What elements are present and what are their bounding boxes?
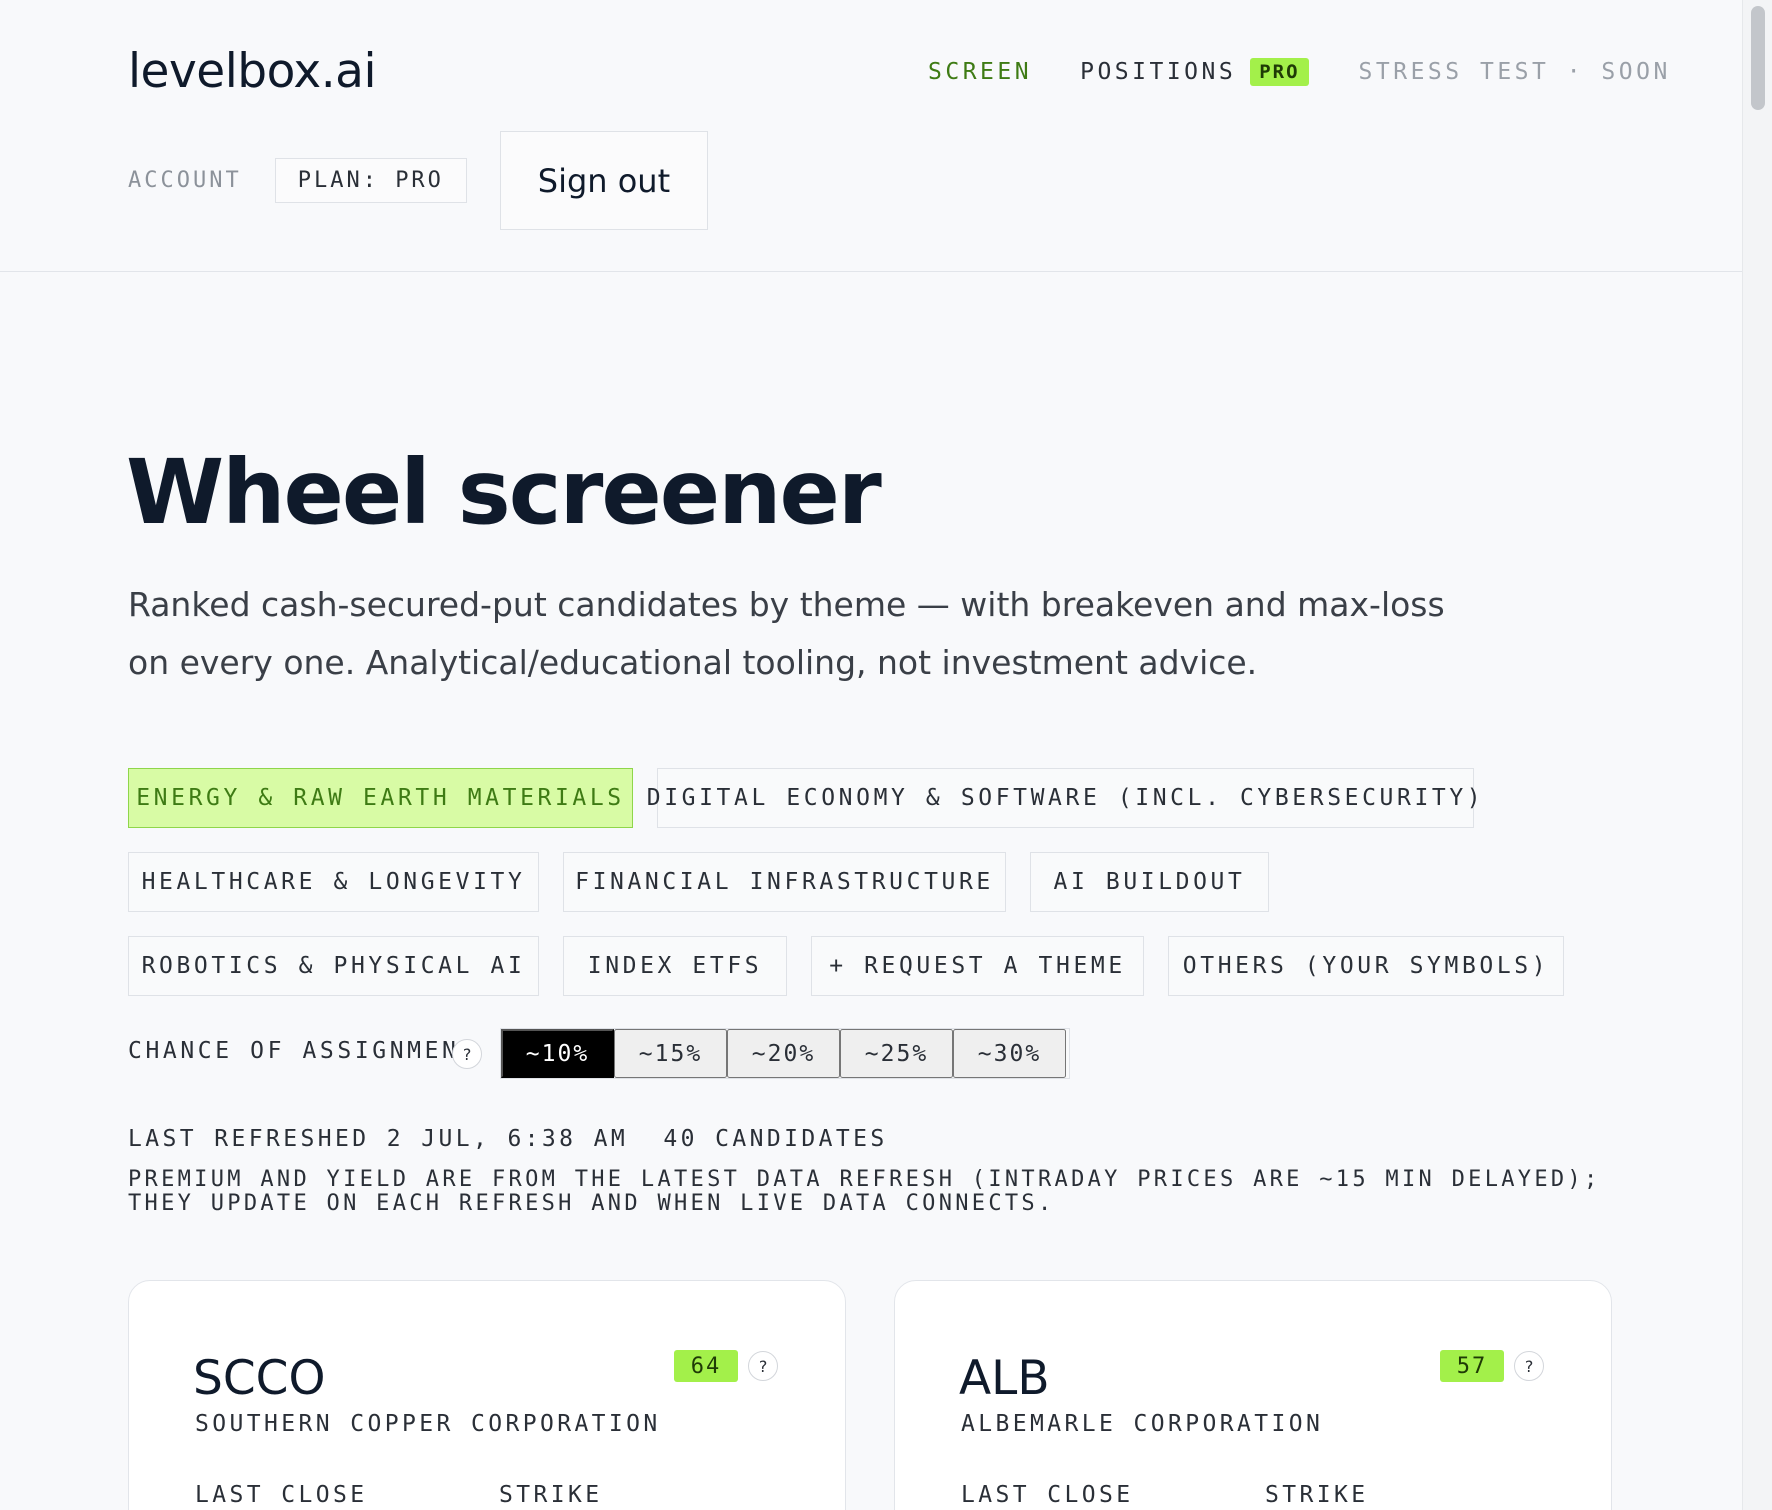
page-subtitle: Ranked cash-secured-put candidates by th…	[128, 585, 1445, 682]
scrollbar-thumb[interactable]	[1751, 6, 1765, 110]
top-header: levelbox.ai SCREEN POSITIONS PRO STRESS …	[0, 0, 1742, 272]
card-company-name: ALBEMARLE CORPORATION	[961, 1411, 1324, 1437]
sign-out-button[interactable]: Sign out	[499, 131, 708, 230]
card-ticker: ALB	[959, 1351, 1050, 1406]
plan-badge: PLAN: PRO	[274, 158, 467, 203]
logo[interactable]: levelbox.ai	[128, 44, 377, 99]
theme-chip-index-etfs[interactable]: INDEX ETFS	[563, 936, 787, 996]
card-ticker: SCCO	[193, 1351, 326, 1406]
account-link[interactable]: ACCOUNT	[128, 168, 242, 193]
theme-chip-financial-infrastructure[interactable]: FINANCIAL INFRASTRUCTURE	[563, 852, 1006, 912]
nav-positions-label: POSITIONS	[1080, 59, 1237, 85]
last-close-label: LAST CLOSE	[195, 1482, 368, 1508]
page-title: Wheel screener	[126, 440, 882, 544]
last-close-label: LAST CLOSE	[961, 1482, 1134, 1508]
theme-chip-digital-economy[interactable]: DIGITAL ECONOMY & SOFTWARE (INCL. CYBERS…	[647, 768, 1481, 828]
page-scrollbar[interactable]	[1742, 0, 1772, 1510]
pro-badge: PRO	[1250, 58, 1309, 86]
candidate-card[interactable]: SCCO SOUTHERN COPPER CORPORATION 64 ? LA…	[128, 1280, 846, 1510]
nav-positions[interactable]: POSITIONS PRO	[1080, 58, 1309, 86]
request-theme-button[interactable]: + REQUEST A THEME	[811, 936, 1144, 996]
strike-label: STRIKE	[1265, 1482, 1369, 1508]
strike-label: STRIKE	[499, 1482, 603, 1508]
assignment-help-icon[interactable]: ?	[452, 1039, 482, 1069]
main-nav: SCREEN POSITIONS PRO STRESS TEST · SOON	[928, 58, 1671, 86]
assignment-selector: ~10% ~15% ~20% ~25% ~30%	[500, 1028, 1070, 1079]
assignment-option-30[interactable]: ~30%	[953, 1029, 1066, 1078]
account-row: ACCOUNT PLAN: PRO Sign out	[128, 131, 708, 230]
data-note: PREMIUM AND YIELD ARE FROM THE LATEST DA…	[128, 1167, 1601, 1216]
candidate-card[interactable]: ALB ALBEMARLE CORPORATION 57 ? LAST CLOS…	[894, 1280, 1612, 1510]
assignment-option-15[interactable]: ~15%	[614, 1029, 727, 1078]
score-badge: 57	[1440, 1350, 1504, 1382]
score-badge: 64	[674, 1350, 738, 1382]
refresh-meta: LAST REFRESHED 2 JUL, 6:38 AM 40 CANDIDA…	[128, 1126, 888, 1152]
last-refreshed: LAST REFRESHED 2 JUL, 6:38 AM	[128, 1126, 629, 1152]
nav-screen[interactable]: SCREEN	[928, 59, 1032, 85]
assignment-option-10[interactable]: ~10%	[501, 1029, 614, 1078]
theme-chip-energy[interactable]: ENERGY & RAW EARTH MATERIALS	[128, 768, 633, 828]
assignment-option-25[interactable]: ~25%	[840, 1029, 953, 1078]
theme-chip-others[interactable]: OTHERS (YOUR SYMBOLS)	[1168, 936, 1564, 996]
candidate-count: 40 CANDIDATES	[663, 1126, 888, 1152]
assignment-option-20[interactable]: ~20%	[727, 1029, 840, 1078]
theme-chip-ai-buildout[interactable]: AI BUILDOUT	[1030, 852, 1269, 912]
score-help-icon[interactable]: ?	[748, 1351, 778, 1381]
theme-chip-healthcare[interactable]: HEALTHCARE & LONGEVITY	[128, 852, 539, 912]
theme-chip-robotics[interactable]: ROBOTICS & PHYSICAL AI	[128, 936, 539, 996]
assignment-label: CHANCE OF ASSIGNMENT	[128, 1038, 477, 1064]
card-company-name: SOUTHERN COPPER CORPORATION	[195, 1411, 661, 1437]
score-help-icon[interactable]: ?	[1514, 1351, 1544, 1381]
nav-stress-test: STRESS TEST · SOON	[1358, 59, 1671, 85]
